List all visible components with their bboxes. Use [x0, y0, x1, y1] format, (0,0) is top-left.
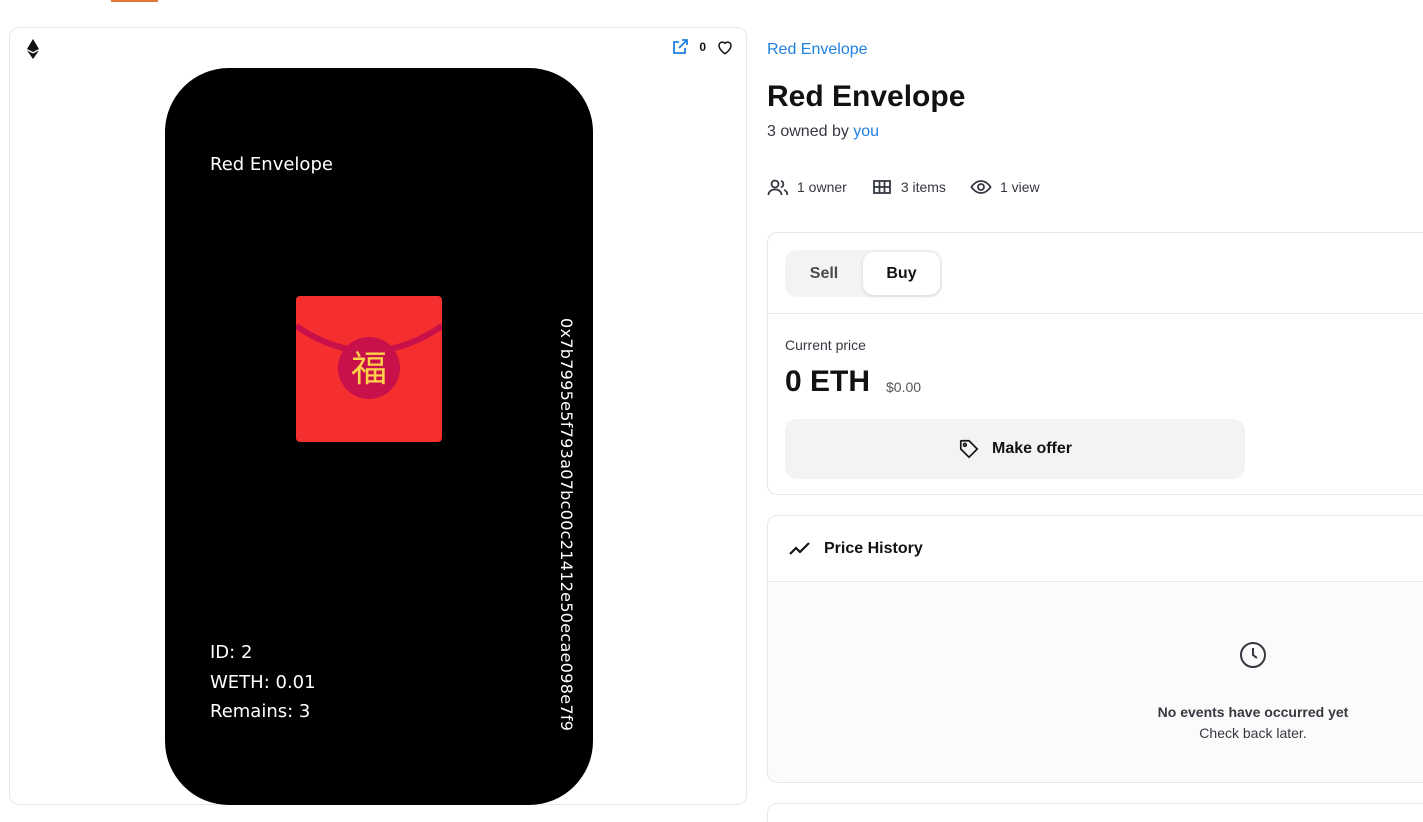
top-accent-bar: [111, 0, 158, 2]
price-history-title: Price History: [824, 539, 923, 557]
nft-info: ID: 2 WETH: 0.01 Remains: 3: [210, 638, 316, 727]
current-price: 0 ETH: [785, 365, 871, 398]
owner-link[interactable]: you: [853, 123, 879, 140]
grid-icon: [872, 180, 891, 194]
tab-sell[interactable]: Sell: [785, 250, 863, 297]
nft-weth: WETH: 0.01: [210, 671, 316, 693]
stat-views: 1 view: [970, 178, 1040, 196]
red-envelope-icon: 福: [296, 296, 442, 442]
eye-icon: [970, 180, 992, 194]
trade-panel: Sell Buy Current price 0 ETH $0.00 Make …: [767, 232, 1423, 495]
stat-owners[interactable]: 1 owner: [767, 178, 847, 196]
ethereum-icon: [27, 39, 39, 59]
trade-tabs: Sell Buy: [785, 250, 942, 297]
external-link-icon[interactable]: [671, 38, 689, 56]
next-panel: [767, 803, 1423, 822]
stat-items[interactable]: 3 items: [871, 178, 946, 196]
nft-image: Red Envelope 福 ID: 2 WETH: 0.01 Remains:…: [165, 68, 593, 805]
empty-state-title: No events have occurred yet: [1157, 704, 1349, 720]
users-icon: [767, 179, 789, 196]
current-price-usd: $0.00: [886, 379, 922, 395]
collection-link[interactable]: Red Envelope: [767, 41, 868, 59]
owned-prefix: 3 owned by: [767, 123, 854, 140]
make-offer-label: Make offer: [991, 440, 1073, 457]
tab-buy[interactable]: Buy: [863, 252, 940, 295]
media-card: 0 Red Envelope 福 ID: 2 WETH: 0.01 Remain…: [9, 27, 747, 805]
current-price-label: Current price: [785, 337, 866, 353]
nft-remains: Remains: 3: [210, 701, 311, 722]
item-stats: 1 owner 3 items 1 view: [767, 178, 1064, 196]
clock-icon: [1240, 642, 1266, 668]
tag-icon: [959, 439, 979, 459]
trade-tabs-row: Sell Buy: [768, 233, 1423, 314]
trending-line-icon: [789, 541, 810, 555]
empty-state-subtitle: Check back later.: [1199, 725, 1307, 741]
stat-owners-label: 1 owner: [797, 179, 847, 195]
heart-icon[interactable]: [716, 38, 734, 56]
price-history-panel: Price History No events have occurred ye…: [767, 515, 1423, 783]
nft-id: ID: 2: [210, 642, 253, 663]
nft-contract-address: 0x7b7995e5f793a07bc00c21412e50ecae098e7f…: [557, 318, 576, 732]
price-history-header[interactable]: Price History: [768, 516, 1423, 582]
favorite-count: 0: [699, 40, 706, 54]
item-title: Red Envelope: [767, 80, 966, 113]
card-actions: 0: [671, 38, 734, 56]
stat-items-label: 3 items: [900, 179, 946, 195]
stat-views-label: 1 view: [999, 179, 1040, 195]
make-offer-button[interactable]: Make offer: [785, 419, 1245, 479]
price-history-body: No events have occurred yet Check back l…: [768, 582, 1423, 782]
owned-line: 3 owned by you: [767, 123, 879, 141]
envelope-character: 福: [351, 349, 387, 390]
nft-title: Red Envelope: [210, 154, 333, 175]
